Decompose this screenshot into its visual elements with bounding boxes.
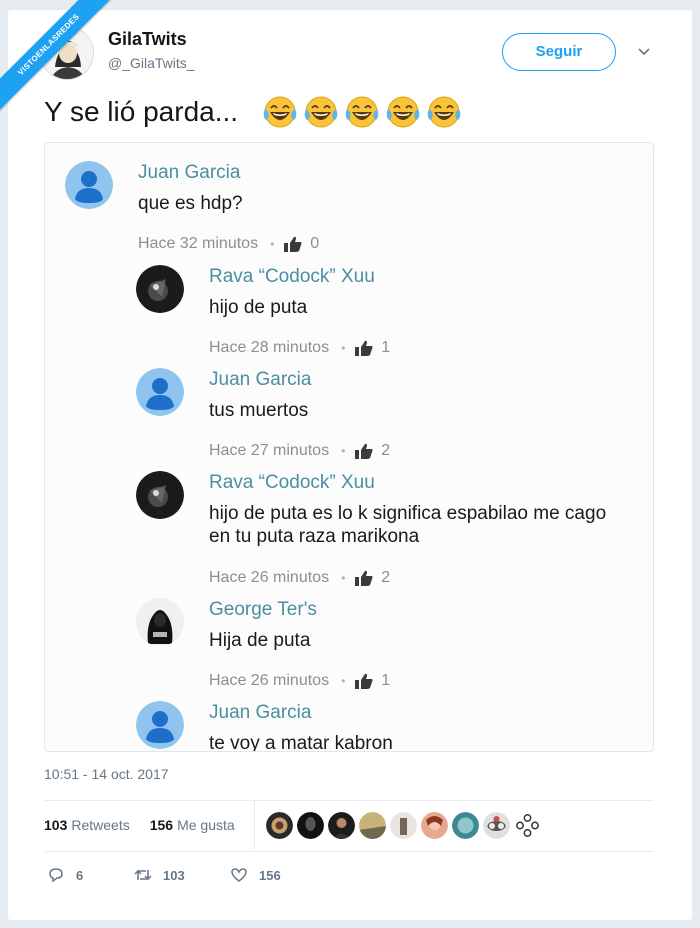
- comment-meta: Hace 32 minutos • 0: [138, 235, 319, 253]
- like-count: 1: [381, 339, 391, 356]
- comment: Rava “Codock” Xuu hijo de puta Hace 28 m…: [136, 265, 636, 356]
- laughing-emoji-icon: [262, 96, 298, 128]
- default-avatar-icon: [136, 701, 184, 749]
- comment-time: Hace 26 minutos: [209, 672, 330, 689]
- comment-text-continued: en tu puta raza marikona: [209, 526, 420, 547]
- hooded-avatar-icon: [136, 598, 184, 646]
- comment-text: hijo de puta es lo k significa espabilao…: [209, 503, 607, 524]
- default-avatar-icon: [65, 161, 113, 209]
- like-button[interactable]: 156: [229, 865, 281, 885]
- like-count: 2: [381, 442, 391, 459]
- liker-avatar[interactable]: [328, 812, 355, 839]
- likes-label[interactable]: Me gusta: [177, 817, 235, 833]
- like-count: 2: [381, 569, 391, 586]
- liker-avatar[interactable]: [359, 812, 386, 839]
- laughing-emoji-icon: [303, 96, 339, 128]
- thumbs-up-icon: [284, 236, 302, 252]
- liker-avatar[interactable]: [297, 812, 324, 839]
- likes-count[interactable]: 156: [150, 817, 173, 833]
- reply-button[interactable]: 6: [46, 865, 133, 885]
- more-likers-icon[interactable]: [514, 812, 541, 839]
- laughing-emoji-icon: [426, 96, 462, 128]
- comment-text: hijo de puta: [209, 297, 308, 318]
- like-count: 0: [310, 235, 320, 252]
- thumbs-up-icon: [355, 570, 373, 586]
- liker-avatar[interactable]: [452, 812, 479, 839]
- retweet-icon: [134, 869, 152, 881]
- laughing-emoji-icon: [385, 96, 421, 128]
- default-avatar-icon: [136, 368, 184, 416]
- comment-time: Hace 32 minutos: [138, 235, 259, 252]
- follow-button[interactable]: Seguir: [502, 33, 616, 71]
- like-count: 156: [259, 867, 281, 883]
- comment: Juan Garcia te voy a matar kabron: [136, 701, 636, 752]
- separator-dot: •: [341, 674, 346, 688]
- comment: George Ter's Hija de puta Hace 26 minuto…: [136, 598, 636, 689]
- comments-screenshot[interactable]: Juan Garcia que es hdp? Hace 32 minutos …: [44, 142, 654, 752]
- retweets-count[interactable]: 103: [44, 817, 67, 833]
- liker-avatar[interactable]: [390, 812, 417, 839]
- liker-avatar[interactable]: [266, 812, 293, 839]
- thumbs-up-icon: [355, 340, 373, 356]
- comment-time: Hace 27 minutos: [209, 442, 330, 459]
- watermark-text: VISTOENLASREDES: [0, 0, 120, 120]
- tweet-timestamp[interactable]: 10:51 - 14 oct. 2017: [44, 766, 169, 782]
- comment-time: Hace 28 minutos: [209, 339, 330, 356]
- comment: Juan Garcia que es hdp? Hace 32 minutos …: [65, 161, 625, 252]
- separator-dot: •: [270, 237, 275, 251]
- dark-avatar-icon: [136, 265, 184, 313]
- watermark-ribbon: VISTOENLASREDES: [0, 0, 120, 120]
- comment-time: Hace 26 minutos: [209, 569, 330, 586]
- chevron-down-icon[interactable]: [636, 43, 652, 59]
- retweet-button[interactable]: 103: [133, 865, 229, 885]
- comment-author: Rava “Codock” Xuu: [209, 266, 375, 287]
- comment-text: Hija de puta: [209, 630, 311, 651]
- comment-text: te voy a matar kabron: [209, 733, 393, 752]
- thumbs-up-icon: [355, 673, 373, 689]
- separator-dot: •: [341, 444, 346, 458]
- comment: Rava “Codock” Xuu hijo de puta es lo k s…: [136, 471, 651, 586]
- stats-separator: [254, 801, 255, 849]
- engagement-stats: 103 Retweets 156 Me gusta: [44, 817, 235, 833]
- retweets-label[interactable]: Retweets: [71, 817, 129, 833]
- comment-author: Juan Garcia: [209, 702, 312, 723]
- liker-avatar[interactable]: [421, 812, 448, 839]
- divider: [44, 800, 653, 801]
- reply-count: 6: [76, 867, 84, 883]
- comment-meta: Hace 28 minutos • 1: [209, 339, 390, 357]
- comment-author: Rava “Codock” Xuu: [209, 472, 375, 493]
- divider: [44, 851, 653, 852]
- liker-avatar[interactable]: [483, 812, 510, 839]
- laughing-emoji-icon: [344, 96, 380, 128]
- comment-author: Juan Garcia: [209, 369, 312, 390]
- like-count: 1: [381, 672, 391, 689]
- comment-text: que es hdp?: [138, 193, 243, 214]
- dark-avatar-icon: [136, 471, 184, 519]
- comment-meta: Hace 26 minutos • 2: [209, 569, 390, 587]
- likers-avatars: [266, 812, 541, 839]
- comment-author: George Ter's: [209, 599, 317, 620]
- comment-meta: Hace 27 minutos • 2: [209, 442, 390, 460]
- retweet-count: 103: [163, 867, 185, 883]
- comment-meta: Hace 26 minutos • 1: [209, 672, 390, 690]
- separator-dot: •: [341, 571, 346, 585]
- comment: Juan Garcia tus muertos Hace 27 minutos …: [136, 368, 636, 459]
- heart-icon: [231, 868, 247, 882]
- tweet-actions: 6 103 156: [46, 865, 281, 885]
- author-handle[interactable]: @_GilaTwits_: [108, 55, 195, 71]
- thumbs-up-icon: [355, 443, 373, 459]
- reply-icon: [49, 868, 63, 883]
- emoji-row: [262, 94, 462, 130]
- comment-author: Juan Garcia: [138, 162, 241, 183]
- separator-dot: •: [341, 341, 346, 355]
- comment-text: tus muertos: [209, 400, 309, 421]
